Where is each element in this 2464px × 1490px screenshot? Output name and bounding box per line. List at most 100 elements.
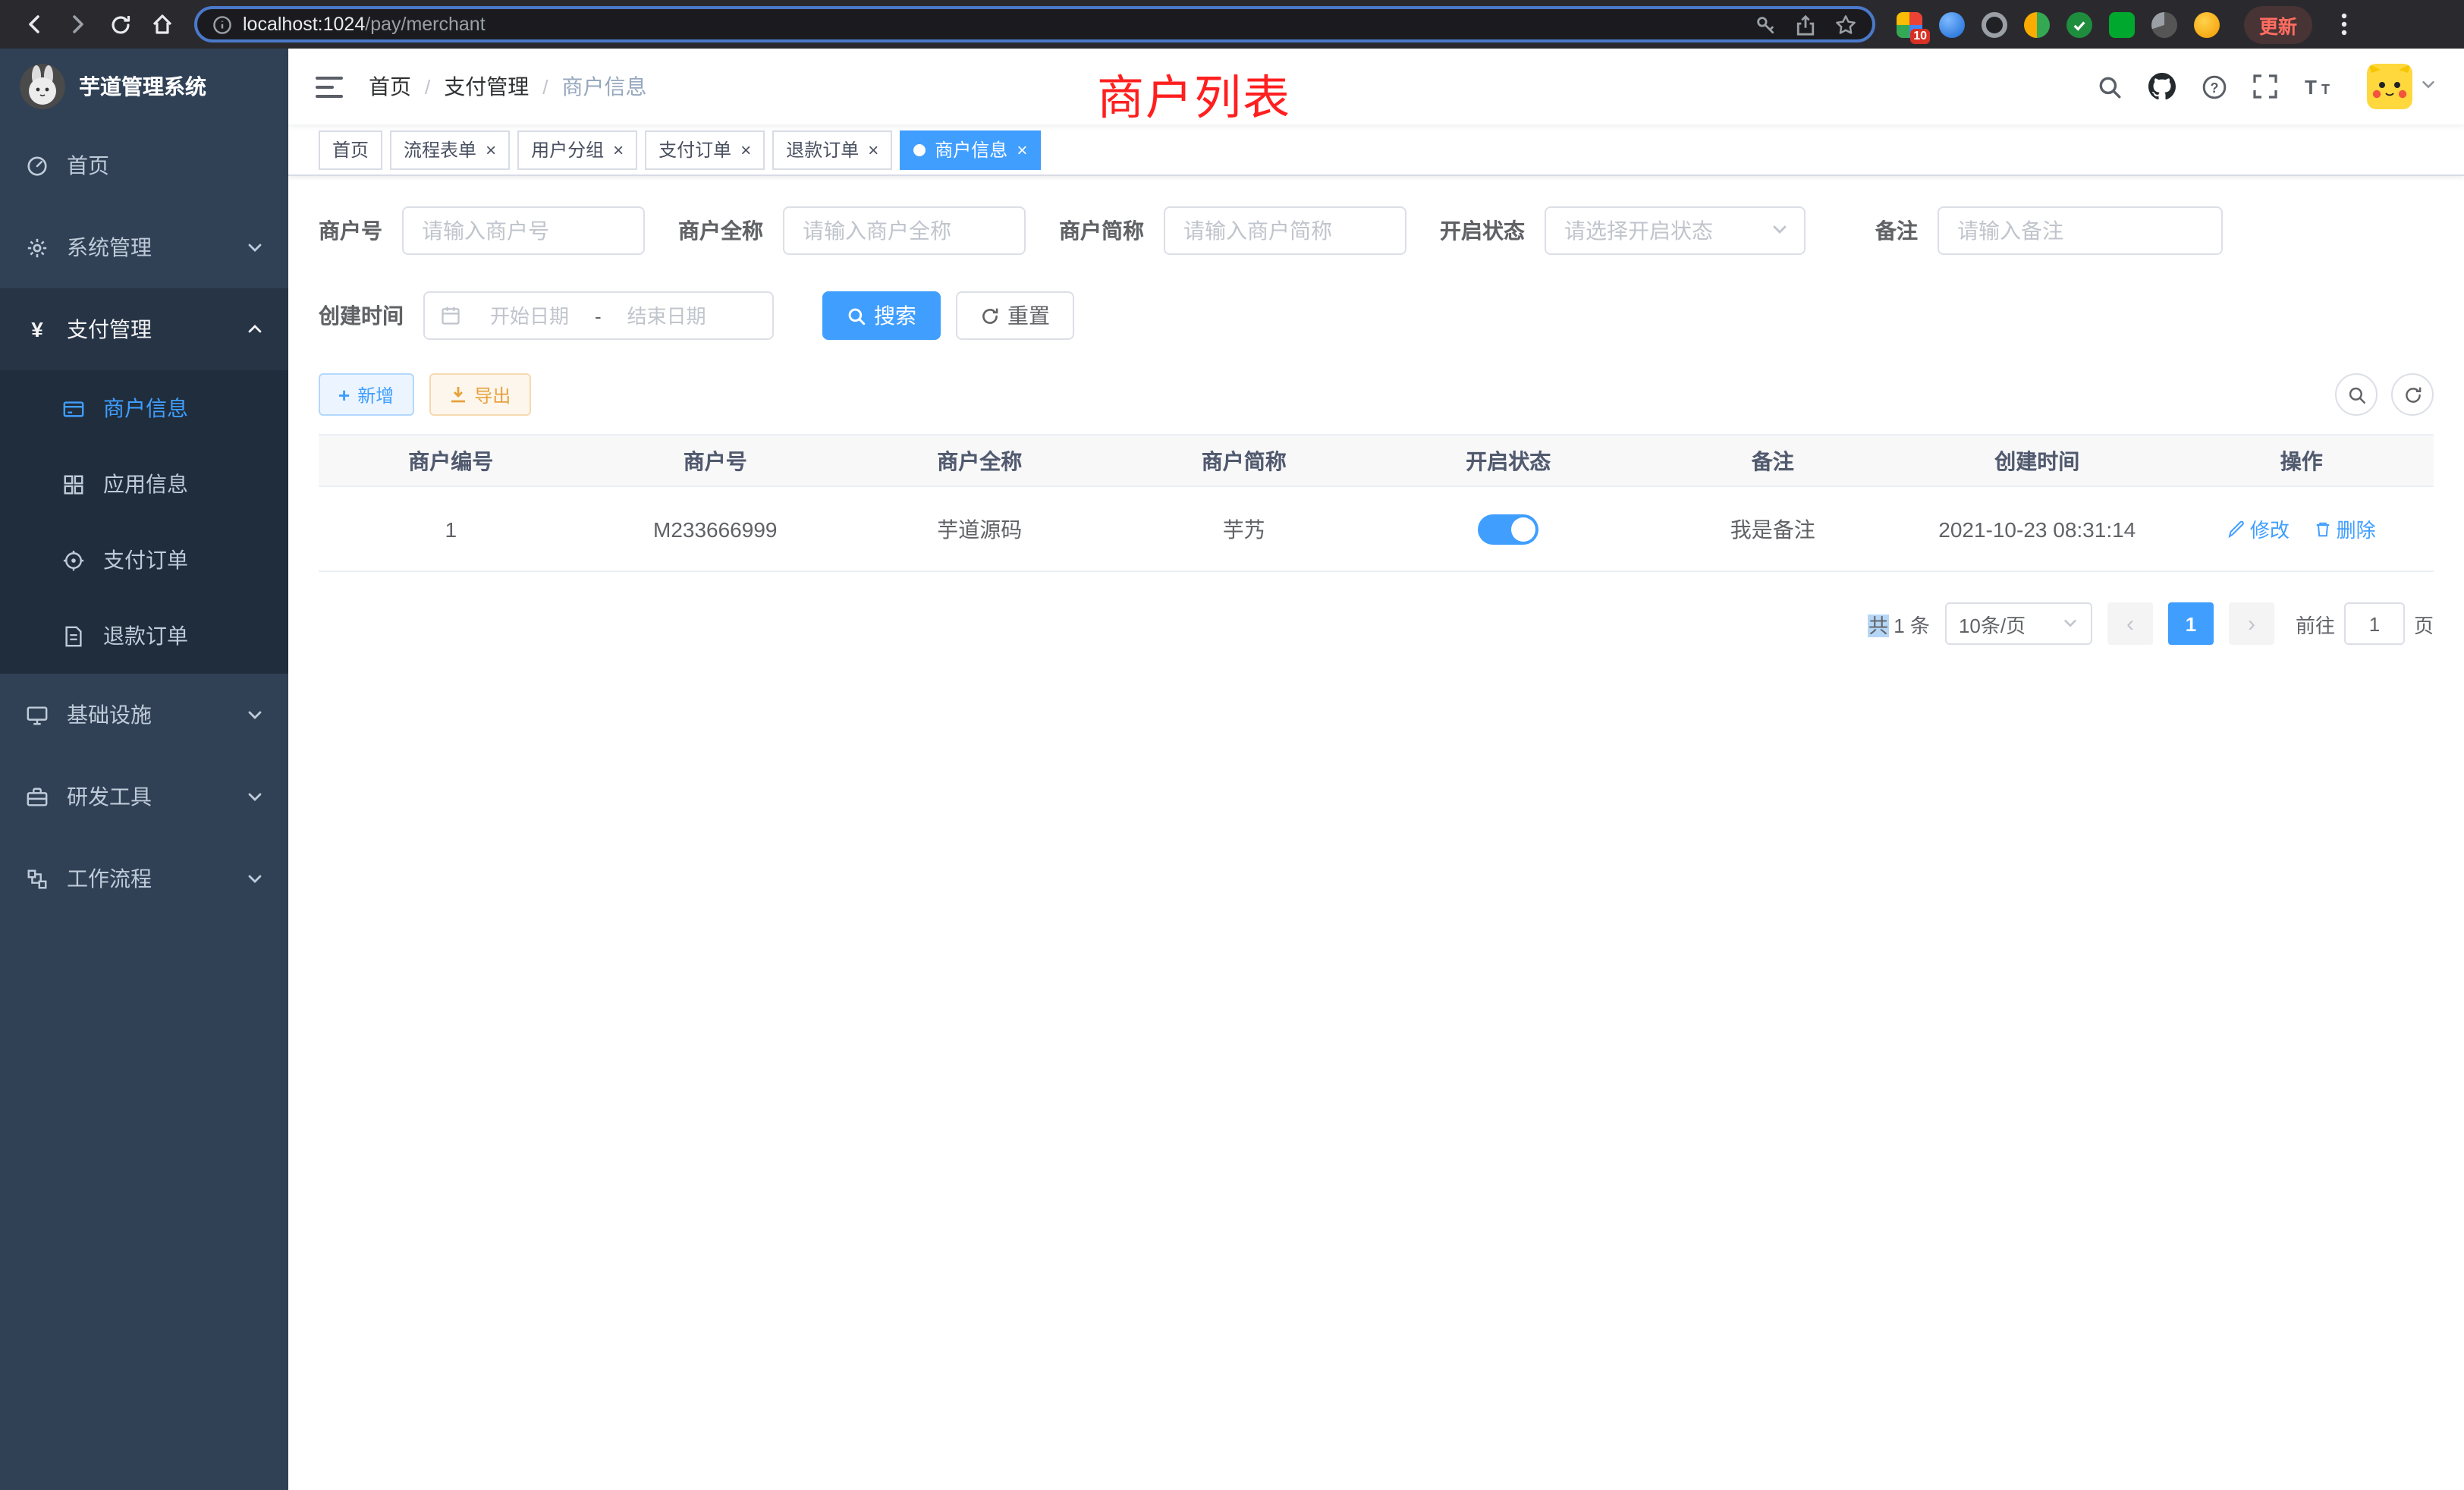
sidebar-item-label: 研发工具 <box>67 781 152 812</box>
help-icon[interactable]: ? <box>2202 74 2227 99</box>
add-button[interactable]: + 新增 <box>319 373 413 416</box>
sidebar-item-infra[interactable]: 基础设施 <box>0 674 288 756</box>
bookmark-star-icon[interactable] <box>1834 13 1857 36</box>
tab-process-form[interactable]: 流程表单× <box>390 130 510 169</box>
page-1-button[interactable]: 1 <box>2168 602 2214 645</box>
search-button[interactable]: 搜索 <box>822 291 941 340</box>
browser-update-button[interactable]: 更新 <box>2244 5 2312 43</box>
export-button[interactable]: 导出 <box>429 373 530 416</box>
next-page-button[interactable]: › <box>2229 602 2274 645</box>
browser-menu-icon[interactable] <box>2330 12 2358 36</box>
cell-status <box>1376 486 1641 571</box>
reset-button[interactable]: 重置 <box>956 291 1074 340</box>
header-merchant-id: 商户编号 <box>319 435 583 486</box>
breadcrumb-section[interactable]: 支付管理 <box>444 71 529 102</box>
short-name-input[interactable] <box>1164 206 1406 255</box>
remark-input[interactable] <box>1938 206 2223 255</box>
tab-close-icon[interactable]: × <box>740 140 751 159</box>
browser-refresh-icon[interactable] <box>100 5 140 44</box>
page-size-select[interactable]: 10条/页 <box>1945 602 2092 645</box>
header-search-icon[interactable] <box>2097 74 2123 99</box>
user-avatar[interactable] <box>2367 64 2412 109</box>
date-end-input[interactable] <box>608 304 726 327</box>
cell-create-time: 2021-10-23 08:31:14 <box>1905 486 2170 571</box>
breadcrumb: 首页 / 支付管理 / 商户信息 <box>369 71 647 102</box>
header-status: 开启状态 <box>1376 435 1641 486</box>
tab-close-icon[interactable]: × <box>868 140 878 159</box>
browser-home-icon[interactable] <box>143 5 182 44</box>
github-icon[interactable] <box>2148 73 2176 100</box>
fullscreen-icon[interactable] <box>2253 74 2277 99</box>
browser-toolbar: localhost:1024/pay/merchant 10 <box>0 0 2464 49</box>
tab-close-icon[interactable]: × <box>613 140 624 159</box>
site-info-icon[interactable] <box>212 14 232 34</box>
browser-forward-icon[interactable] <box>58 5 97 44</box>
tab-refund-order[interactable]: 退款订单× <box>772 130 892 169</box>
extension-icon-6[interactable] <box>2109 11 2135 37</box>
goto-page-input[interactable] <box>2344 602 2405 645</box>
hide-search-icon[interactable] <box>2335 373 2378 416</box>
delete-link[interactable]: 删除 <box>2314 514 2376 543</box>
sidebar-item-workflow[interactable]: 工作流程 <box>0 838 288 919</box>
extension-icon-8[interactable] <box>2194 11 2220 37</box>
tab-close-icon[interactable]: × <box>1017 140 1027 159</box>
extension-icon-3[interactable] <box>1982 11 2007 37</box>
font-size-icon[interactable]: TT <box>2303 74 2335 99</box>
sidebar-item-label: 支付管理 <box>67 314 152 344</box>
merchant-no-label: 商户号 <box>319 215 382 246</box>
extension-icon-2[interactable] <box>1939 11 1965 37</box>
app-logo[interactable]: 芋道管理系统 <box>0 49 288 124</box>
tab-label: 商户信息 <box>935 137 1007 162</box>
status-label: 开启状态 <box>1440 215 1525 246</box>
tab-home[interactable]: 首页 <box>319 130 382 169</box>
header-create-time: 创建时间 <box>1905 435 2170 486</box>
tab-label: 首页 <box>332 137 369 162</box>
avatar-caret-icon <box>2420 73 2437 100</box>
total-prefix: 共 <box>1868 614 1888 637</box>
extensions-bar: 10 <box>1897 11 2220 37</box>
create-time-range-picker[interactable]: - <box>423 291 774 340</box>
extension-icon-4[interactable] <box>2024 11 2050 37</box>
cell-full-name: 芋道源码 <box>847 486 1112 571</box>
refresh-table-icon[interactable] <box>2391 373 2434 416</box>
tab-close-icon[interactable]: × <box>486 140 496 159</box>
extension-icon-1[interactable]: 10 <box>1897 11 1922 37</box>
grid-icon <box>61 473 86 495</box>
tab-merchant-info[interactable]: 商户信息 × <box>900 130 1041 169</box>
user-menu[interactable] <box>2367 64 2437 109</box>
cell-merchant-id: 1 <box>319 486 583 571</box>
merchant-no-input[interactable] <box>402 206 645 255</box>
status-select[interactable]: 请选择开启状态 <box>1545 206 1806 255</box>
breadcrumb-separator: / <box>425 75 430 98</box>
edit-link[interactable]: 修改 <box>2227 514 2290 543</box>
status-toggle[interactable] <box>1478 514 1538 544</box>
address-bar[interactable]: localhost:1024/pay/merchant <box>194 6 1875 42</box>
prev-page-button[interactable]: ‹ <box>2107 602 2153 645</box>
browser-back-icon[interactable] <box>15 5 55 44</box>
full-name-field: 商户全称 <box>678 206 1026 255</box>
sidebar-item-payment[interactable]: ¥ 支付管理 <box>0 288 288 370</box>
tab-pay-order[interactable]: 支付订单× <box>645 130 765 169</box>
header-short-name: 商户简称 <box>1112 435 1377 486</box>
sidebar-item-home[interactable]: 首页 <box>0 124 288 206</box>
tab-user-group[interactable]: 用户分组× <box>517 130 637 169</box>
breadcrumb-home[interactable]: 首页 <box>369 71 411 102</box>
hamburger-icon[interactable] <box>316 75 343 98</box>
sidebar-subitem-app-info[interactable]: 应用信息 <box>0 446 288 522</box>
date-start-input[interactable] <box>470 304 589 327</box>
share-icon[interactable] <box>1795 13 1816 36</box>
extension-icon-7[interactable] <box>2151 11 2177 37</box>
status-field: 开启状态 请选择开启状态 <box>1440 206 1806 255</box>
password-key-icon[interactable] <box>1754 13 1777 36</box>
extension-icon-5[interactable] <box>2066 11 2092 37</box>
goto-suffix: 页 <box>2414 609 2434 638</box>
sidebar-item-devtools[interactable]: 研发工具 <box>0 756 288 838</box>
full-name-input[interactable] <box>783 206 1026 255</box>
sidebar-subitem-refund-order[interactable]: 退款订单 <box>0 598 288 674</box>
sidebar-item-system[interactable]: 系统管理 <box>0 206 288 288</box>
sidebar-subitem-merchant-info[interactable]: 商户信息 <box>0 370 288 446</box>
header-actions: 操作 <box>2170 435 2434 486</box>
date-range-separator: - <box>595 304 602 327</box>
sidebar-subitem-pay-order[interactable]: 支付订单 <box>0 522 288 598</box>
edit-link-label: 修改 <box>2250 514 2290 543</box>
